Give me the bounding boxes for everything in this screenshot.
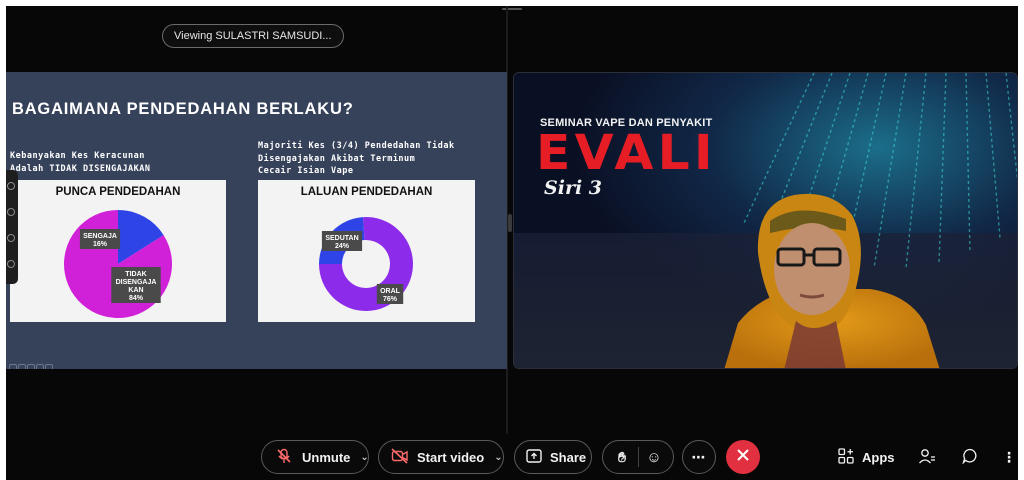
pie-label-text: 24%	[335, 243, 350, 250]
pie-label-text: ORAL	[380, 288, 401, 295]
pie-label-text: DISENGAJA	[116, 279, 157, 286]
more-icon: ⋯	[691, 448, 707, 465]
chart-title: PUNCA PENDEDAHAN	[55, 186, 181, 198]
pie-label-text: 76%	[383, 296, 398, 303]
pie-label-text: 16%	[93, 241, 108, 248]
share-label: Share	[550, 449, 587, 465]
pie-data-label: ORAL76%	[376, 284, 404, 304]
caption-line: Majoriti Kes (3/4) Pendedahan Tidak	[258, 141, 455, 151]
top-drag-handle[interactable]	[502, 8, 522, 10]
leave-icon	[736, 448, 750, 467]
chevron-down-icon[interactable]: ⌄	[494, 452, 502, 463]
pointer-icon[interactable]	[7, 208, 15, 216]
pie-label-text: SEDUTAN	[325, 235, 358, 242]
more-vertical-icon: ⋮	[1002, 448, 1016, 465]
slide-caption-right: Majoriti Kes (3/4) Pendedahan Tidak Dise…	[258, 140, 455, 178]
start-video-label: Start video	[417, 449, 485, 465]
pie-label-text: KAN	[128, 287, 143, 294]
reactions-group: ✋︎ ☺	[602, 440, 674, 474]
caption-line: Kebanyakan Kes Keracunan	[10, 151, 145, 161]
video-off-icon	[391, 447, 409, 467]
participants-button[interactable]	[918, 440, 936, 474]
reactions-icon[interactable]: ☺	[641, 449, 667, 466]
shared-slide: BAGAIMANA PENDEDAHAN BERLAKU? Kebanyakan…	[6, 72, 507, 369]
annotation-toolbar[interactable]	[6, 170, 18, 284]
chevron-down-icon[interactable]: ⌄	[360, 452, 368, 463]
apps-icon	[838, 447, 854, 467]
settings-icon[interactable]	[36, 364, 44, 369]
donut-chart-card: SEDUTAN 24% ORAL 76% LALUAN PENDEDAHAN	[258, 180, 475, 322]
zoom-icon[interactable]	[7, 260, 15, 268]
pie-label-text: 84%	[129, 295, 144, 302]
unmute-button[interactable]: Unmute ⌄	[261, 440, 369, 474]
search-icon[interactable]	[7, 234, 15, 242]
reactions-divider	[637, 447, 639, 467]
chat-icon	[962, 448, 978, 467]
pie-label-text: SENGAJA	[83, 233, 117, 240]
share-icon	[526, 448, 542, 466]
share-button[interactable]: Share	[514, 440, 592, 474]
more-icon[interactable]	[45, 364, 53, 369]
leave-meeting-button[interactable]	[726, 440, 760, 474]
mic-muted-icon	[276, 448, 292, 467]
chat-button[interactable]	[962, 440, 978, 474]
start-video-button[interactable]: Start video ⌄	[378, 440, 504, 474]
video-banner-title: EVALI	[536, 125, 717, 181]
caption-line: Adalah TIDAK DISENGAJAKAN	[10, 163, 151, 174]
apps-label: Apps	[862, 449, 895, 465]
pen-icon[interactable]	[9, 364, 17, 369]
caption-line: Cecair Isian Vape	[258, 166, 354, 176]
pie-chart: SENGAJA16% TIDAKDISENGAJAKAN84%	[63, 210, 172, 318]
raise-hand-icon[interactable]: ✋︎	[609, 449, 635, 466]
divider-drag-handle[interactable]	[508, 214, 512, 232]
pen-icon[interactable]	[7, 182, 15, 190]
participants-icon	[918, 448, 936, 467]
unmute-label: Unmute	[302, 449, 351, 465]
slide-caption-left: Kebanyakan Kes Keracunan Adalah TIDAK DI…	[10, 150, 150, 175]
grid-icon[interactable]	[18, 364, 26, 369]
apps-button[interactable]: Apps	[838, 440, 895, 474]
slide-mini-controls[interactable]	[9, 358, 54, 369]
pie-data-label: SEDUTAN24%	[321, 231, 363, 251]
search-icon[interactable]	[27, 364, 35, 369]
more-vertical-button[interactable]: ⋮	[1002, 440, 1016, 474]
slide-title: BAGAIMANA PENDEDAHAN BERLAKU?	[12, 100, 354, 118]
pie-data-label: SENGAJA16%	[79, 229, 121, 249]
viewing-indicator[interactable]: Viewing SULASTRI SAMSUDI...	[162, 24, 344, 48]
caption-line: Disengajakan Akibat Terminum	[258, 153, 416, 164]
meeting-controls-bar: Unmute ⌄ Start video ⌄ Share ✋︎ ☺ ⋯ Apps…	[6, 434, 1018, 480]
pie-data-label: TIDAKDISENGAJAKAN84%	[111, 267, 161, 303]
video-banner-series: Siri 3	[544, 177, 603, 199]
meeting-window: Viewing SULASTRI SAMSUDI... BAGAIMANA PE…	[6, 6, 1018, 480]
presenter-video[interactable]: SEMINAR VAPE DAN PENYAKIT EVALI Siri 3	[513, 72, 1018, 369]
pie-label-text: TIDAK	[125, 271, 146, 278]
donut-chart: SEDUTAN24% ORAL76%	[319, 217, 413, 311]
chart-title: LALUAN PENDEDAHAN	[300, 186, 433, 198]
more-options-button[interactable]: ⋯	[682, 440, 716, 474]
pie-chart-card: SENGAJA 16% TIDAK DISENGAJA KAN 84% PUNCA PEN…	[10, 180, 226, 322]
